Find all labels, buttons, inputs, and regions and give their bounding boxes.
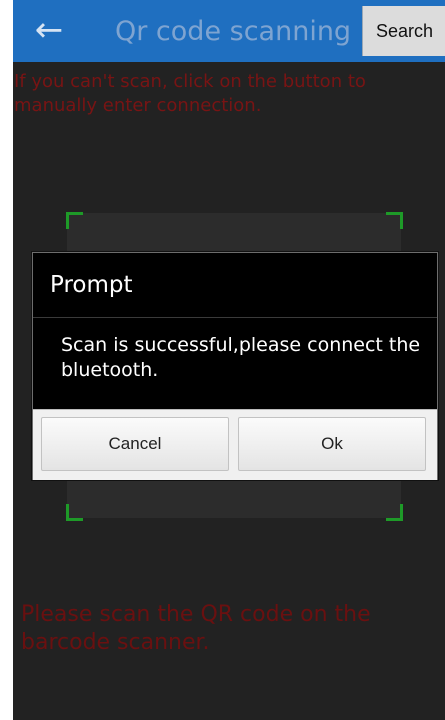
- dialog-button-bar: Cancel Ok: [33, 409, 437, 480]
- cancel-button[interactable]: Cancel: [41, 417, 229, 471]
- viewfinder-corner-bottom-left: [66, 504, 83, 521]
- dialog-divider: [33, 317, 437, 318]
- page-title: Qr code scanning: [115, 16, 352, 47]
- dialog-message: Scan is successful,please connect the bl…: [61, 334, 421, 381]
- back-arrow-icon[interactable]: ←: [29, 10, 69, 50]
- viewfinder-corner-bottom-right: [386, 504, 403, 521]
- manual-entry-hint: If you can't scan, click on the button t…: [14, 71, 366, 116]
- app-bar: ← Qr code scanning Search: [13, 0, 445, 62]
- viewfinder-corner-top-left: [66, 212, 83, 229]
- viewfinder-corner-top-right: [386, 212, 403, 229]
- search-button[interactable]: Search: [362, 6, 445, 56]
- prompt-dialog: Prompt Scan is successful,please connect…: [32, 252, 438, 480]
- ok-button[interactable]: Ok: [238, 417, 426, 471]
- scan-instruction: Please scan the QR code on the barcode s…: [21, 602, 371, 655]
- dialog-title: Prompt: [50, 272, 133, 298]
